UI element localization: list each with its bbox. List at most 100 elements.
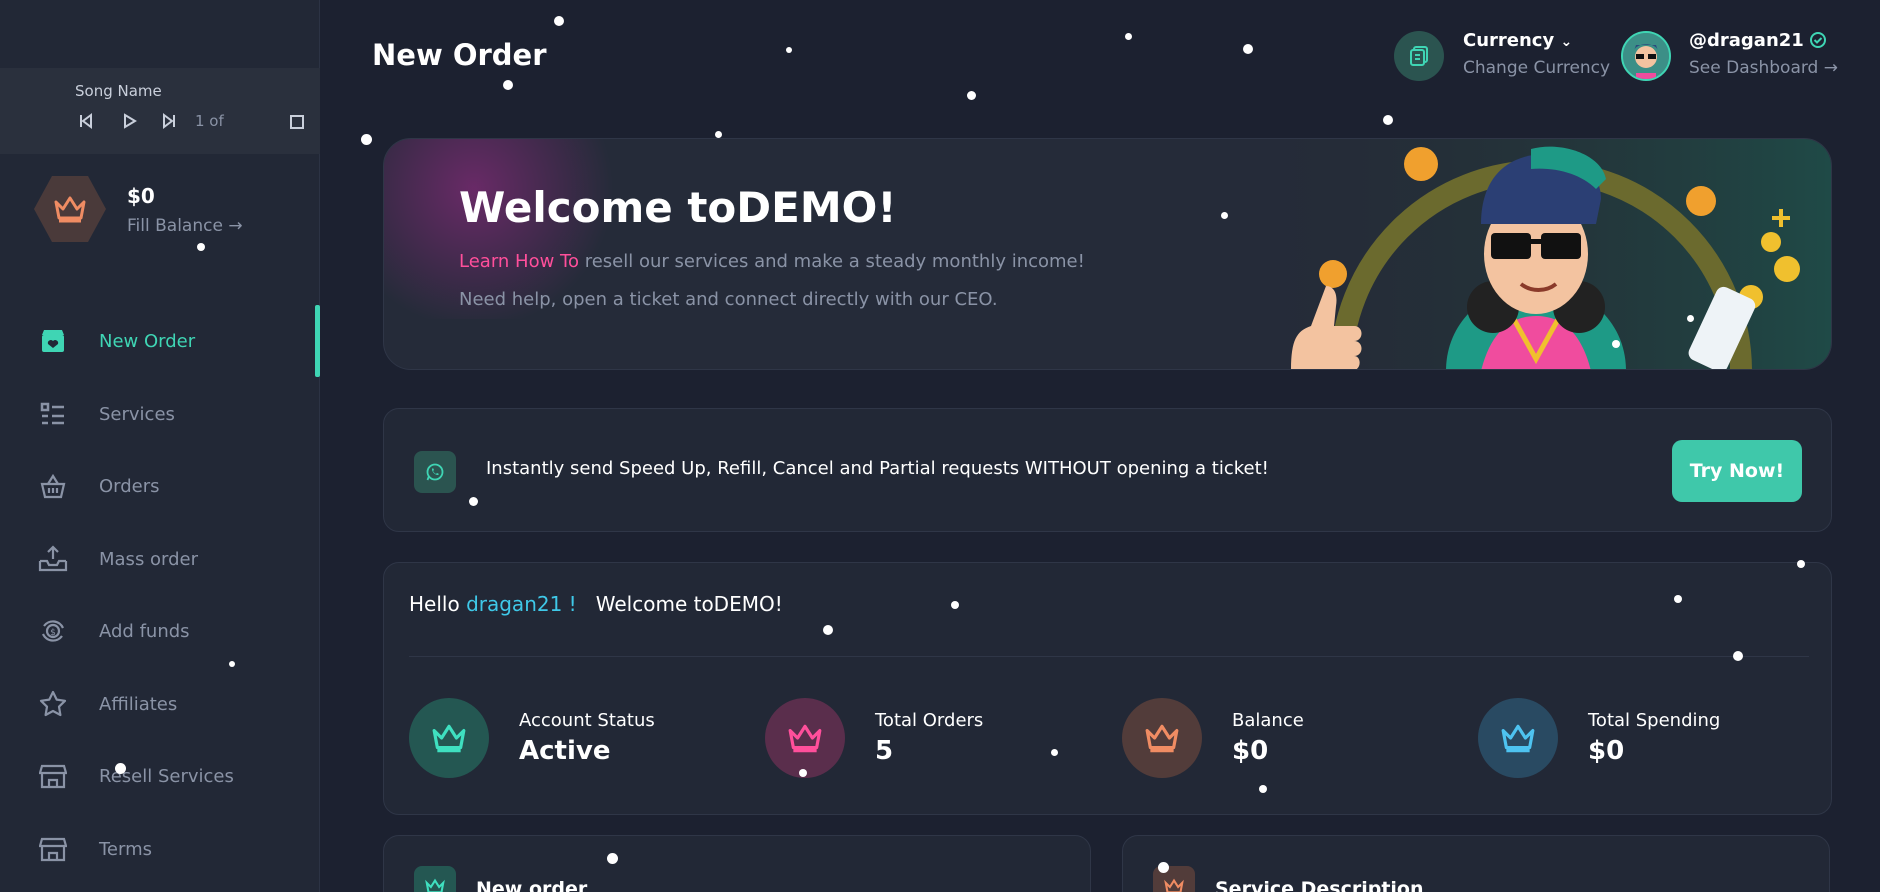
promo-text: Instantly send Speed Up, Refill, Cancel … <box>486 458 1269 479</box>
currency-title: Currency <box>1463 30 1555 51</box>
snowflake <box>967 91 976 100</box>
stat-value: $0 <box>1232 736 1269 766</box>
star-icon <box>38 689 68 719</box>
snowflake <box>361 134 372 145</box>
sidebar-item-label: New Order <box>99 330 196 352</box>
mascot-illustration <box>1271 139 1831 369</box>
avatar[interactable] <box>1621 31 1671 81</box>
hello-prefix: Hello <box>409 592 467 616</box>
sidebar-item-label: Services <box>99 403 175 425</box>
next-track-icon[interactable] <box>161 113 177 133</box>
snowflake <box>1051 749 1058 756</box>
snowflake <box>554 16 564 26</box>
snowflake <box>823 625 833 635</box>
sidebar-item-mass-order[interactable]: Mass order <box>0 531 320 587</box>
store-icon <box>38 834 68 864</box>
hello-welcome: Welcome toDEMO! <box>595 592 783 616</box>
stat-label: Total Orders <box>875 710 984 731</box>
divider <box>409 656 1809 657</box>
sidebar: Song Name 1 of $0 Fill Balance → New Ord… <box>0 0 320 892</box>
sidebar-item-label: Mass order <box>99 548 199 570</box>
snowflake <box>799 769 807 777</box>
snowflake <box>503 80 513 90</box>
service-description-card: Service Description <box>1122 835 1830 892</box>
stop-icon[interactable] <box>290 115 304 129</box>
balance-amount: $0 <box>127 184 155 208</box>
currency-dropdown[interactable]: Currency ⌄ <box>1463 30 1572 51</box>
banner-line-1-text: resell our services and make a steady mo… <box>578 251 1085 272</box>
snowflake <box>197 243 205 251</box>
stat-total-spending: Total Spending $0 <box>1478 698 1808 780</box>
snowflake <box>469 497 478 506</box>
chevron-down-icon: ⌄ <box>1560 34 1573 50</box>
learn-how-to-link[interactable]: Learn How To <box>459 251 579 272</box>
new-order-card: New order <box>383 835 1091 892</box>
service-description-title: Service Description <box>1215 878 1424 892</box>
crown-icon <box>1122 698 1202 778</box>
stat-account-status: Account Status Active <box>409 698 739 780</box>
snowflake <box>1221 212 1228 219</box>
previous-track-icon[interactable] <box>78 113 94 133</box>
snowflake <box>786 47 792 53</box>
snowflake <box>1612 340 1620 348</box>
basket-icon <box>38 471 68 501</box>
account-stats-card: Hello dragan21 ! Welcome toDEMO! Account… <box>383 562 1832 815</box>
sidebar-item-label: Orders <box>99 475 160 497</box>
sidebar-item-label: Terms <box>99 838 153 860</box>
snowflake <box>229 661 235 667</box>
sidebar-item-new-order[interactable]: New Order <box>0 305 320 377</box>
svg-text:$: $ <box>50 628 56 638</box>
sidebar-item-services[interactable]: Services <box>0 386 320 442</box>
snowflake <box>1687 315 1694 322</box>
box-heart-icon <box>38 326 68 356</box>
crown-icon <box>414 866 456 892</box>
snowflake <box>951 601 959 609</box>
stat-balance: Balance $0 <box>1122 698 1452 780</box>
sidebar-item-affiliates[interactable]: Affiliates <box>0 676 320 732</box>
banner-title: Welcome toDEMO! <box>459 183 897 232</box>
welcome-banner: Welcome toDEMO! Learn How To resell our … <box>383 138 1832 370</box>
change-currency-link[interactable]: Change Currency <box>1463 58 1610 78</box>
banner-line-1: Learn How To resell our services and mak… <box>459 251 1085 272</box>
snowflake <box>1125 33 1132 40</box>
sidebar-item-orders[interactable]: Orders <box>0 458 320 514</box>
music-player: Song Name 1 of <box>0 68 320 154</box>
snowflake <box>1383 115 1393 125</box>
sidebar-item-add-funds[interactable]: $ Add funds <box>0 603 320 659</box>
sidebar-item-label: Affiliates <box>99 693 178 715</box>
try-now-button[interactable]: Try Now! <box>1672 440 1802 502</box>
snowflake <box>1674 595 1682 603</box>
snowflake <box>1259 785 1267 793</box>
sidebar-item-terms[interactable]: Terms <box>0 821 320 877</box>
upload-tray-icon <box>38 544 68 574</box>
hello-username: dragan21 ! <box>466 592 577 616</box>
crown-icon <box>1478 698 1558 778</box>
stat-total-orders: Total Orders 5 <box>765 698 1095 780</box>
username-text: @dragan21 <box>1689 30 1804 51</box>
stat-label: Balance <box>1232 710 1304 731</box>
quick-requests-card: Instantly send Speed Up, Refill, Cancel … <box>383 408 1832 532</box>
see-dashboard-link[interactable]: See Dashboard → <box>1689 58 1838 78</box>
whatsapp-icon <box>414 451 456 493</box>
sidebar-item-resell-services[interactable]: Resell Services <box>0 748 320 804</box>
list-icon <box>38 399 68 429</box>
stat-value: Active <box>519 736 611 766</box>
page-title: New Order <box>372 38 547 72</box>
banner-line-2: Need help, open a ticket and connect dir… <box>459 289 998 310</box>
play-icon[interactable] <box>121 113 137 133</box>
new-order-card-title: New order <box>476 878 588 892</box>
dollar-cycle-icon: $ <box>38 616 68 646</box>
song-name: Song Name <box>75 82 162 100</box>
snowflake <box>1797 560 1805 568</box>
stat-label: Account Status <box>519 710 655 731</box>
fill-balance-link[interactable]: Fill Balance → <box>127 216 243 236</box>
snowflake <box>715 131 722 138</box>
snowflake <box>1243 44 1253 54</box>
store-icon <box>38 761 68 791</box>
snowflake <box>1158 862 1169 873</box>
currency-icon[interactable] <box>1394 31 1444 81</box>
snowflake <box>1733 651 1743 661</box>
crown-icon <box>765 698 845 778</box>
stat-value: $0 <box>1588 736 1625 766</box>
hello-greeting: Hello dragan21 ! Welcome toDEMO! <box>409 592 783 616</box>
